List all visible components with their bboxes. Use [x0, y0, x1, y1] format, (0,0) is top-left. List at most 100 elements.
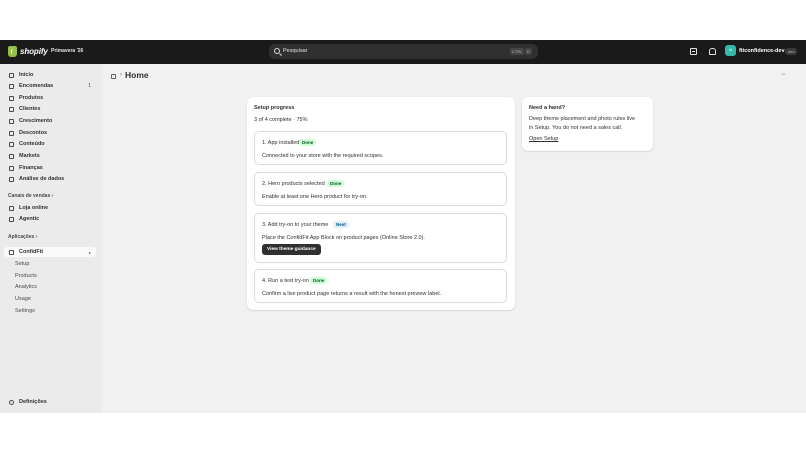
sidebar-item-label: Markets — [19, 152, 40, 159]
gear-icon — [9, 399, 14, 405]
setup-progress-summary: 3 of 4 complete · 75% — [254, 117, 308, 123]
sidebar-item-financas[interactable]: Finanças — [4, 163, 96, 173]
status-badge: Done — [327, 180, 345, 187]
step-description: Place the ConfidFit App Block on product… — [262, 235, 425, 241]
sidebar-item-label: Loja online — [19, 204, 49, 211]
page-title: Home — [125, 70, 149, 80]
search-icon — [274, 48, 280, 54]
sidebar-item-markets[interactable]: Markets — [4, 151, 96, 161]
store-icon — [9, 205, 14, 211]
sidebar-item-confidfit[interactable]: ConfidFit ▸ — [4, 247, 96, 257]
target-icon — [9, 118, 14, 124]
apps-heading-text: Aplicações — [8, 234, 35, 240]
help-card-title: Need a hand? — [529, 105, 566, 111]
discount-icon — [9, 130, 14, 136]
help-card-text-line-1: Deep theme placement and photo rules liv… — [529, 116, 636, 122]
step-title: 4. Run a test try-on — [262, 278, 309, 284]
sidebar-item-conteudo[interactable]: Conteúdo — [4, 140, 96, 150]
chevron-right-icon: › — [120, 72, 122, 78]
person-icon — [9, 107, 14, 112]
bell-icon[interactable] — [709, 48, 716, 55]
sidebar-item-crescimento[interactable]: Crescimento — [4, 116, 96, 126]
dev-badge: dev — [785, 47, 798, 55]
setup-step-2: 2. Hero products selected Done Enable at… — [254, 172, 507, 206]
sidebar-item-encomendas[interactable]: Encomendas 1 — [4, 82, 96, 92]
step-title: 1. App installed — [262, 140, 300, 146]
view-theme-guidance-button[interactable]: View theme guidance — [262, 244, 321, 255]
sidebar-item-loja-online[interactable]: Loja online — [4, 203, 96, 213]
sidebar-item-descontos[interactable]: Descontos — [4, 128, 96, 138]
admin-frame: shopify Primavera '26 Pesquisar CTRL K f… — [0, 40, 806, 413]
step-title: 2. Hero products selected — [262, 181, 325, 187]
tag-icon — [9, 95, 14, 101]
sidebar-item-produtos[interactable]: Produtos — [4, 93, 96, 103]
open-setup-link[interactable]: Open Setup — [529, 136, 558, 142]
setup-step-3: 3. Add try-on to your theme Next Place t… — [254, 213, 507, 263]
sparkle-icon — [9, 217, 14, 222]
search-bar[interactable]: Pesquisar CTRL K — [269, 44, 538, 59]
edition-label[interactable]: Primavera '26 — [51, 48, 83, 54]
shopify-bag-icon — [8, 46, 17, 57]
step-description: Enable at least one Hero product for try… — [262, 194, 368, 200]
search-placeholder: Pesquisar — [283, 48, 308, 54]
main-content: › Home ··· Setup progress 3 of 4 complet… — [101, 64, 806, 413]
setup-step-4: 4. Run a test try-on Done Confirm a live… — [254, 269, 507, 303]
sidebar-item-analise[interactable]: Análise de dados — [4, 175, 96, 185]
store-avatar[interactable]: fd — [725, 45, 736, 56]
help-card-text-line-2: in Setup. You do not need a sales call. — [529, 124, 623, 131]
store-name[interactable]: fitconfidence-dev — [739, 48, 785, 54]
status-badge: Done — [310, 277, 328, 284]
sidebar-item-agentic[interactable]: Agentic — [4, 215, 96, 225]
status-badge: Done — [299, 139, 317, 146]
sidebar-item-label: ConfidFit — [19, 248, 44, 255]
sidebar-item-label: Conteúdo — [19, 141, 45, 147]
shortcut-ctrl-key: CTRL — [510, 48, 525, 55]
step-description: Confirm a live product page returns a re… — [262, 291, 442, 297]
bank-icon — [9, 165, 14, 171]
apps-heading[interactable]: Aplicações › — [8, 234, 37, 240]
app-icon — [9, 249, 14, 255]
globe-icon — [9, 153, 14, 159]
sidebar-item-label: Encomendas — [19, 83, 54, 89]
sidebar-item-label: Agentic — [19, 216, 40, 222]
home-icon — [9, 72, 14, 78]
sales-channels-heading[interactable]: Canais de vendas › — [8, 193, 53, 199]
sidebar-item-inicio[interactable]: Início — [4, 70, 96, 80]
sidebar-item-definicoes[interactable]: Definições — [4, 397, 96, 407]
breadcrumb-home-icon[interactable] — [111, 74, 116, 79]
setup-progress-card: Setup progress 3 of 4 complete · 75% 1. … — [247, 97, 515, 310]
sidebar-subitem-setup[interactable]: Setup — [15, 261, 29, 267]
pin-icon[interactable]: ▸ — [89, 250, 91, 255]
sidebar-item-label: Finanças — [19, 164, 43, 171]
sales-channels-heading-text: Canais de vendas — [8, 193, 51, 199]
setup-step-1: 1. App installed Done Connected to your … — [254, 131, 507, 165]
sidebar-item-clientes[interactable]: Clientes — [4, 105, 96, 115]
sidebar-item-label: Produtos — [19, 94, 44, 101]
archive-icon[interactable] — [690, 48, 697, 55]
image-icon — [9, 142, 14, 147]
sidebar-subitem-products[interactable]: Products — [15, 273, 37, 279]
sidebar-subitem-settings[interactable]: Settings — [15, 308, 35, 314]
sidebar-item-label: Crescimento — [19, 117, 53, 124]
sidebar-item-label: Descontos — [19, 129, 48, 136]
top-bar: shopify Primavera '26 Pesquisar CTRL K f… — [0, 40, 806, 64]
orders-count-badge: 1 — [88, 83, 91, 89]
sidebar-item-label: Clientes — [19, 106, 41, 112]
step-title: 3. Add try-on to your theme — [262, 222, 329, 228]
sidebar-item-label: Início — [19, 71, 34, 78]
inbox-icon — [9, 84, 14, 89]
setup-progress-title: Setup progress — [254, 105, 295, 111]
sidebar: Início Encomendas 1 Produtos Clientes Cr… — [0, 64, 101, 413]
sidebar-item-label: Análise de dados — [19, 176, 65, 182]
shopify-logo[interactable]: shopify — [8, 46, 48, 57]
logo-text: shopify — [20, 47, 48, 56]
more-actions-icon[interactable]: ··· — [781, 71, 786, 78]
step-description: Connected to your store with the require… — [262, 153, 384, 159]
help-card: Need a hand? Deep theme placement and ph… — [522, 97, 653, 151]
status-badge: Next — [333, 221, 349, 228]
chart-icon — [9, 177, 14, 182]
sidebar-subitem-analytics[interactable]: Analytics — [15, 284, 37, 290]
sidebar-subitem-usage[interactable]: Usage — [15, 296, 31, 302]
sidebar-item-label: Definições — [19, 398, 47, 405]
shortcut-k-key: K — [525, 48, 532, 55]
